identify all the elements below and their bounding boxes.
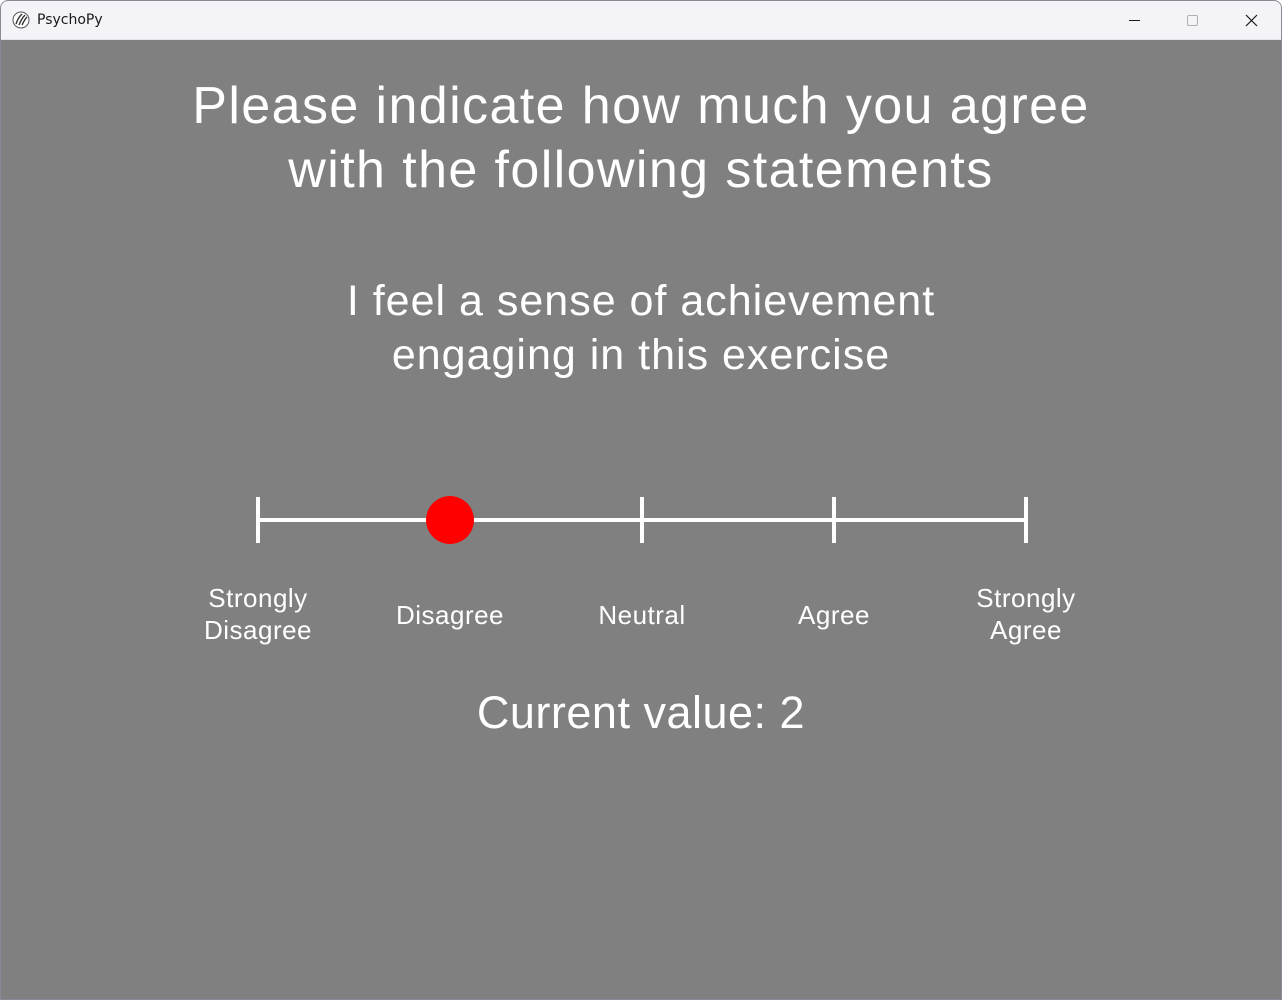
tick-label-line: Neutral bbox=[598, 600, 686, 630]
tick-label-line: Strongly bbox=[208, 583, 308, 613]
maximize-button[interactable] bbox=[1163, 1, 1221, 39]
psychopy-logo-icon bbox=[12, 11, 30, 29]
close-icon bbox=[1245, 14, 1258, 27]
tick-label: Strongly Disagree bbox=[168, 582, 348, 646]
tick-label: Neutral bbox=[552, 599, 732, 631]
tick-label-line: Disagree bbox=[395, 600, 505, 630]
maximize-icon bbox=[1187, 15, 1198, 26]
rating-scale[interactable] bbox=[1, 40, 1281, 1000]
current-value-text: Current value: 2 bbox=[476, 687, 806, 738]
title-bar[interactable]: PsychoPy bbox=[1, 1, 1281, 40]
minimize-button[interactable] bbox=[1105, 1, 1163, 39]
tick-label-line: Disagree bbox=[203, 615, 313, 645]
experiment-screen: Please indicate how much you agree with … bbox=[1, 40, 1281, 1000]
tick-label-line: Strongly bbox=[976, 583, 1076, 613]
scale-marker[interactable] bbox=[426, 496, 474, 544]
tick-label: Strongly Agree bbox=[936, 582, 1116, 646]
tick-label: Agree bbox=[744, 599, 924, 631]
psychopy-window: PsychoPy Please indicate how much you ag… bbox=[0, 0, 1282, 1000]
close-button[interactable] bbox=[1222, 1, 1280, 39]
window-title: PsychoPy bbox=[37, 12, 103, 28]
tick-label-line: Agree bbox=[990, 615, 1062, 645]
minimize-icon bbox=[1129, 20, 1140, 21]
tick-label-line: Agree bbox=[798, 600, 870, 630]
tick-label: Disagree bbox=[360, 599, 540, 631]
